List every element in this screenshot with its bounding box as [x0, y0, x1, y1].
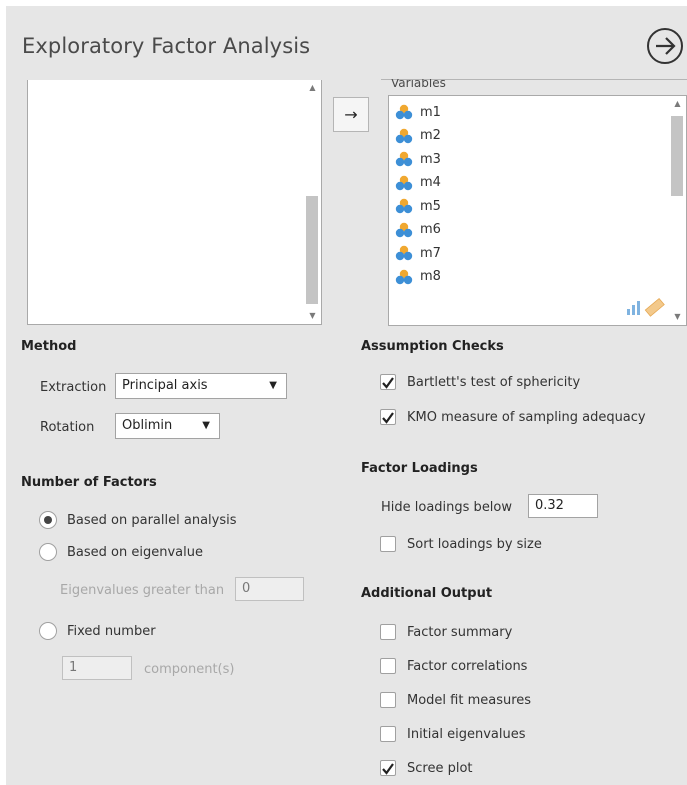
- eigenvalue-label: Based on eigenvalue: [67, 545, 203, 560]
- variable-name: m1: [420, 104, 441, 120]
- variable-item[interactable]: m5: [395, 195, 441, 217]
- variable-item[interactable]: m7: [395, 242, 441, 264]
- bartlett-checkbox[interactable]: [380, 374, 396, 390]
- additional-output-checkbox[interactable]: [380, 624, 396, 640]
- nominal-variable-icon: [395, 128, 413, 143]
- checkmark-icon: [382, 377, 394, 389]
- variable-name: m6: [420, 222, 441, 237]
- rotation-label: Rotation: [40, 420, 95, 435]
- eigenvalue-radio[interactable]: [39, 543, 57, 561]
- available-variables-list[interactable]: ▲ ▼: [27, 80, 322, 325]
- nominal-variable-icon: [395, 245, 413, 261]
- additional-output-label: Factor summary: [407, 625, 513, 640]
- variables-box-label: Variables: [391, 79, 446, 90]
- additional-output-label: Scree plot: [407, 761, 473, 776]
- parallel-analysis-radio[interactable]: [39, 511, 57, 529]
- sort-loadings-checkbox[interactable]: [380, 536, 396, 552]
- dropdown-caret-icon: ▼: [269, 380, 277, 391]
- parallel-analysis-label: Based on parallel analysis: [67, 513, 237, 528]
- source-list-scrollbar[interactable]: ▲ ▼: [304, 80, 321, 324]
- variable-name: m3: [420, 151, 441, 167]
- variable-name: m2: [420, 128, 441, 143]
- nominal-variable-icon: [395, 104, 413, 120]
- dropdown-caret-icon: ▼: [202, 420, 210, 431]
- scroll-thumb[interactable]: [671, 116, 683, 196]
- additional-output-label: Model fit measures: [407, 693, 532, 708]
- hide-loadings-label: Hide loadings below: [381, 500, 513, 515]
- nominal-variable-icon: [395, 222, 413, 237]
- kmo-checkbox[interactable]: [380, 409, 396, 425]
- extraction-value: Principal axis: [122, 378, 208, 393]
- nominal-variable-icon: [395, 198, 413, 214]
- eigenvalues-greater-input[interactable]: 0: [235, 577, 304, 601]
- measure-type-icons: [624, 297, 666, 321]
- move-variable-button[interactable]: →: [333, 97, 369, 132]
- selected-variables-list[interactable]: m1 m2 m3 m4 m5 m6 m7 m8 ▲ ▼: [388, 95, 687, 326]
- radio-selected-dot: [44, 516, 52, 524]
- fixed-number-radio[interactable]: [39, 622, 57, 640]
- sort-loadings-label: Sort loadings by size: [407, 537, 542, 552]
- scroll-thumb[interactable]: [306, 196, 318, 304]
- additional-output-checkbox[interactable]: [380, 658, 396, 674]
- nominal-variable-icon: [395, 175, 413, 190]
- rotation-value: Oblimin: [122, 418, 173, 433]
- extraction-select[interactable]: Principal axis ▼: [115, 373, 287, 399]
- bartlett-label: Bartlett's test of sphericity: [407, 375, 581, 390]
- variable-name: m4: [420, 175, 441, 190]
- variable-name: m7: [420, 245, 441, 261]
- additional-output-checkbox[interactable]: [380, 760, 396, 776]
- scroll-up-icon[interactable]: ▲: [304, 80, 321, 96]
- method-heading: Method: [21, 339, 77, 354]
- dialog-title: Exploratory Factor Analysis: [22, 34, 311, 58]
- continuous-bars-icon: [627, 301, 640, 315]
- variable-item[interactable]: m2: [395, 125, 441, 147]
- fixed-number-label: Fixed number: [67, 624, 156, 639]
- additional-output-heading: Additional Output: [361, 586, 493, 601]
- variable-name: m5: [420, 198, 441, 214]
- scroll-up-icon[interactable]: ▲: [669, 96, 686, 112]
- number-of-factors-heading: Number of Factors: [21, 475, 157, 490]
- variable-item[interactable]: m3: [395, 148, 441, 170]
- variable-item[interactable]: m1: [395, 101, 441, 123]
- variable-item[interactable]: m8: [395, 266, 441, 288]
- hide-loadings-input[interactable]: 0.32: [528, 494, 598, 518]
- extraction-label: Extraction: [40, 380, 107, 395]
- fixed-number-input[interactable]: 1: [62, 656, 132, 680]
- additional-output-checkbox[interactable]: [380, 692, 396, 708]
- factor-loadings-heading: Factor Loadings: [361, 461, 478, 476]
- run-analysis-button[interactable]: [647, 28, 683, 64]
- nominal-variable-icon: [395, 151, 413, 167]
- checkmark-icon: [382, 763, 394, 775]
- additional-output-label: Initial eigenvalues: [407, 727, 526, 742]
- additional-output-checkbox[interactable]: [380, 726, 396, 742]
- nominal-variable-icon: [395, 269, 413, 284]
- rotation-select[interactable]: Oblimin ▼: [115, 413, 220, 439]
- kmo-label: KMO measure of sampling adequacy: [407, 410, 646, 425]
- eigenvalues-greater-label: Eigenvalues greater than: [60, 583, 225, 598]
- variable-item[interactable]: m4: [395, 172, 441, 194]
- arrow-right-circle-icon: [656, 37, 676, 55]
- ruler-icon: [644, 297, 665, 317]
- variable-item[interactable]: m6: [395, 219, 441, 241]
- additional-output-label: Factor correlations: [407, 659, 528, 674]
- target-list-scrollbar[interactable]: ▲ ▼: [669, 96, 686, 325]
- checkmark-icon: [382, 412, 394, 424]
- assumption-checks-heading: Assumption Checks: [361, 339, 504, 354]
- component-label: component(s): [144, 662, 235, 677]
- variable-name: m8: [420, 269, 441, 284]
- scroll-down-icon[interactable]: ▼: [669, 309, 686, 325]
- analysis-panel: Exploratory Factor Analysis ▲ ▼ → Variab…: [6, 6, 687, 785]
- scroll-down-icon[interactable]: ▼: [304, 308, 321, 324]
